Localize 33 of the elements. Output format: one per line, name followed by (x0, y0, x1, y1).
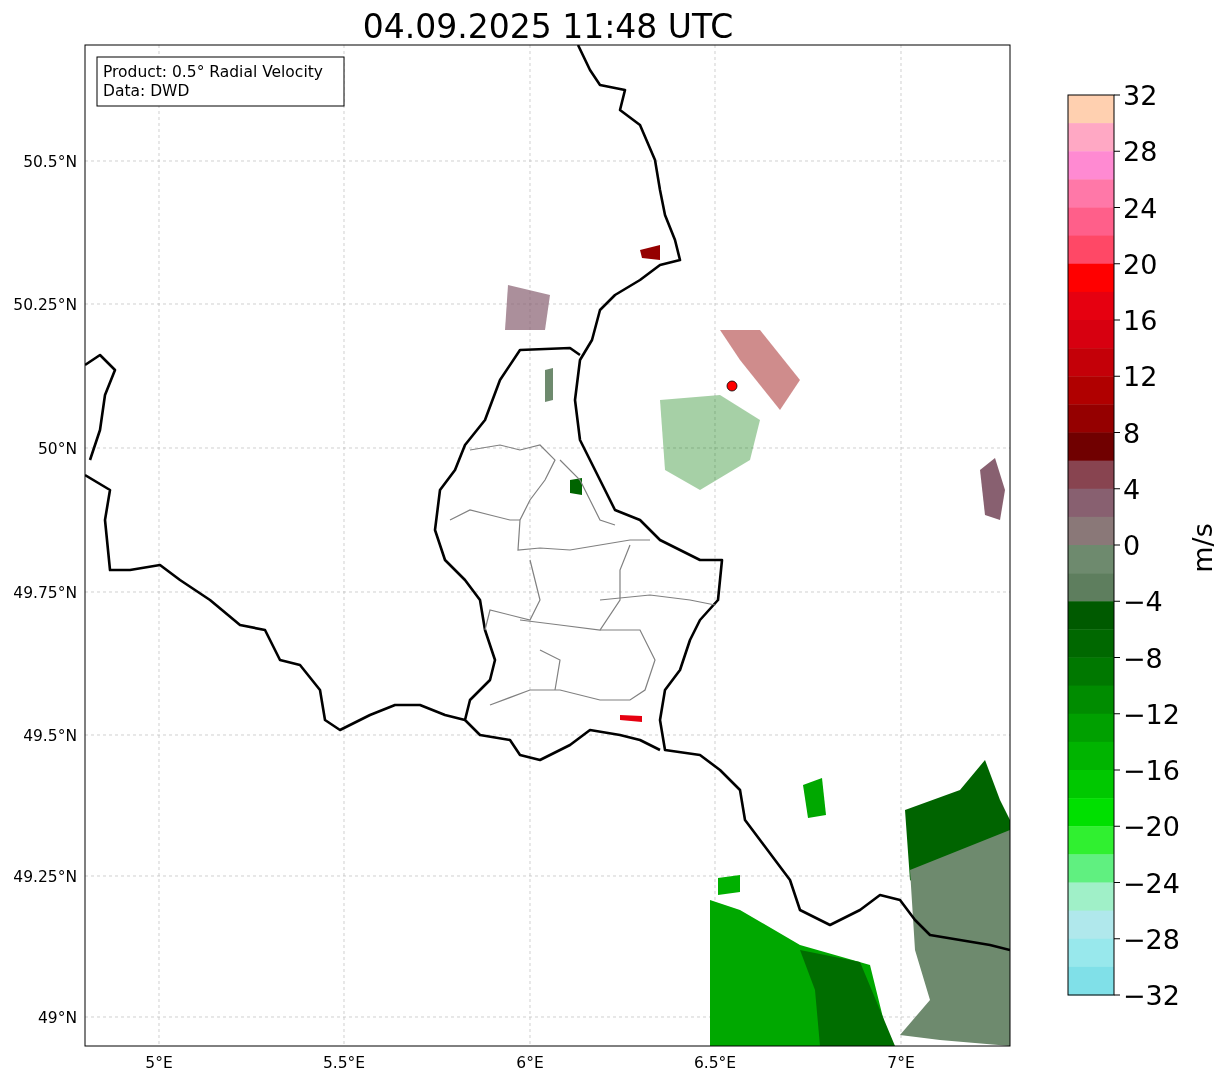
colorbar-tick-label: 28 (1123, 136, 1158, 168)
latitude-label: 50°N (37, 440, 77, 458)
colorbar-tick-label: 20 (1123, 248, 1158, 280)
colorbar-tick-label: 8 (1123, 417, 1141, 449)
info-text: Product: 0.5° Radial Velocity (103, 63, 323, 81)
latitude-label: 49.25°N (13, 868, 77, 886)
colorbar-tick-label: −28 (1123, 923, 1180, 955)
colorbar-tick-label: −32 (1123, 980, 1180, 1011)
colorbar-tick-label: 12 (1123, 361, 1158, 393)
latitude-label: 49.75°N (13, 584, 77, 602)
latitude-label: 49.5°N (23, 727, 77, 745)
colorbar-tick-label: −16 (1123, 755, 1180, 786)
latitude-label: 50.5°N (23, 153, 77, 171)
longitude-label: 7°E (887, 1054, 915, 1072)
longitude-label: 6°E (516, 1054, 544, 1072)
colorbar-tick-label: 16 (1123, 305, 1158, 336)
longitude-label: 6.5°E (693, 1054, 737, 1072)
latitude-label: 50.25°N (13, 296, 77, 314)
colorbar-tick-label: −4 (1123, 586, 1163, 618)
info-text: Data: DWD (103, 82, 190, 100)
colorbar-tick-label: −12 (1123, 698, 1180, 730)
colorbar-label: m/s (1187, 523, 1218, 573)
latitude-label: 49°N (37, 1009, 77, 1027)
chart-title: 04.09.2025 11:48 UTC (362, 7, 734, 46)
colorbar-tick-label: −20 (1123, 811, 1180, 843)
longitude-label: 5°E (145, 1054, 173, 1072)
colorbar-tick-label: −8 (1123, 642, 1163, 674)
longitude-label: 5.5°E (322, 1054, 366, 1072)
colorbar-tick-label: 32 (1123, 80, 1158, 111)
colorbar-tick-label: 24 (1123, 192, 1158, 224)
colorbar-tick-label: −24 (1123, 867, 1180, 899)
colorbar-tick-label: 4 (1123, 473, 1141, 505)
colorbar-tick-label: 0 (1123, 530, 1141, 561)
